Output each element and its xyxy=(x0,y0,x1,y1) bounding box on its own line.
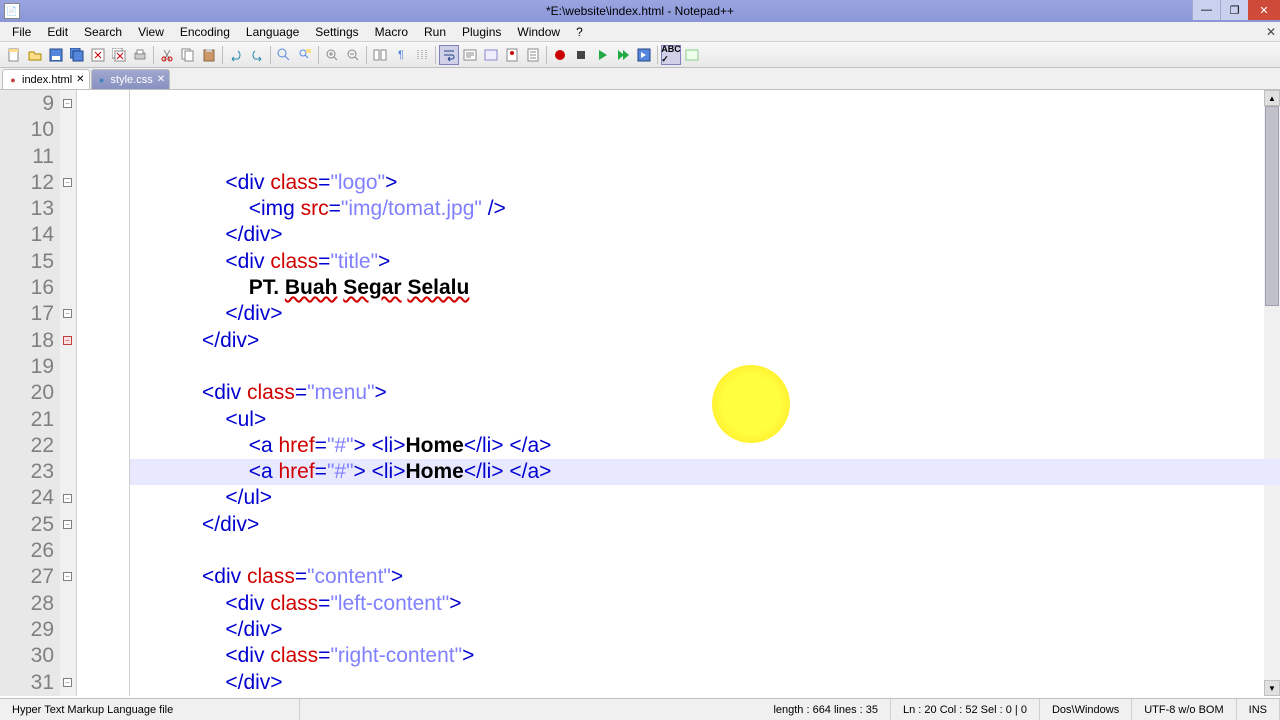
status-filetype: Hyper Text Markup Language file xyxy=(0,699,300,720)
tab-close-icon[interactable]: ✕ xyxy=(76,74,84,85)
status-length: length : 664 lines : 35 xyxy=(761,699,891,720)
invisible-chars-icon[interactable]: ¶ xyxy=(391,45,411,65)
status-bar: Hyper Text Markup Language file length :… xyxy=(0,698,1280,720)
app-icon: 📄 xyxy=(4,3,20,19)
menu-view[interactable]: View xyxy=(130,23,172,41)
print-icon[interactable] xyxy=(130,45,150,65)
play-multi-icon[interactable] xyxy=(613,45,633,65)
tab-index-html[interactable]: ● index.html ✕ xyxy=(2,69,90,89)
menu-file[interactable]: File xyxy=(4,23,39,41)
wordwrap-icon[interactable] xyxy=(439,45,459,65)
open-file-icon[interactable] xyxy=(25,45,45,65)
save-icon[interactable] xyxy=(46,45,66,65)
close-window-button[interactable]: ✕ xyxy=(1248,0,1280,20)
menu-run[interactable]: Run xyxy=(416,23,454,41)
menu-language[interactable]: Language xyxy=(238,23,307,41)
line-number-gutter: 9101112131415161718192021222324252627282… xyxy=(0,90,60,696)
menu-encoding[interactable]: Encoding xyxy=(172,23,238,41)
play-macro-icon[interactable] xyxy=(592,45,612,65)
status-eol[interactable]: Dos\Windows xyxy=(1040,699,1132,720)
copy-icon[interactable] xyxy=(178,45,198,65)
stop-macro-icon[interactable] xyxy=(571,45,591,65)
record-macro-icon[interactable] xyxy=(550,45,570,65)
zoom-in-icon[interactable] xyxy=(322,45,342,65)
menu-edit[interactable]: Edit xyxy=(39,23,76,41)
scroll-up-icon[interactable]: ▲ xyxy=(1264,90,1280,106)
fold-toggle[interactable]: − xyxy=(63,520,72,529)
function-list-icon[interactable] xyxy=(523,45,543,65)
zoom-out-icon[interactable] xyxy=(343,45,363,65)
code-area[interactable]: <div class="logo"> <img src="img/tomat.j… xyxy=(130,90,1280,696)
close-all-icon[interactable] xyxy=(109,45,129,65)
new-file-icon[interactable] xyxy=(4,45,24,65)
indent-guide-icon[interactable] xyxy=(412,45,432,65)
menu-search[interactable]: Search xyxy=(76,23,130,41)
minimize-button[interactable]: — xyxy=(1192,0,1220,20)
fold-toggle[interactable]: − xyxy=(63,678,72,687)
spellcheck-icon[interactable]: ABC✓ xyxy=(661,45,681,65)
undo-icon[interactable] xyxy=(226,45,246,65)
window-controls: — ❐ ✕ xyxy=(1192,0,1280,20)
fold-toggle[interactable]: − xyxy=(63,336,72,345)
redo-icon[interactable] xyxy=(247,45,267,65)
fold-gutter: − − − − − − − − xyxy=(60,90,76,696)
fold-toggle[interactable]: − xyxy=(63,178,72,187)
editor[interactable]: 9101112131415161718192021222324252627282… xyxy=(0,90,1280,696)
save-all-icon[interactable] xyxy=(67,45,87,65)
close-file-icon[interactable] xyxy=(88,45,108,65)
maximize-button[interactable]: ❐ xyxy=(1220,0,1248,20)
menu-macro[interactable]: Macro xyxy=(367,23,416,41)
menu-help[interactable]: ? xyxy=(568,23,591,41)
cut-icon[interactable] xyxy=(157,45,177,65)
doc-map-icon[interactable] xyxy=(502,45,522,65)
toolbar: ¶ ABC✓ xyxy=(0,42,1280,68)
tab-style-css[interactable]: ● style.css ✕ xyxy=(91,69,171,89)
fold-toggle[interactable]: − xyxy=(63,309,72,318)
tab-label: style.css xyxy=(111,74,153,86)
user-lang-icon[interactable] xyxy=(481,45,501,65)
fold-toggle[interactable]: − xyxy=(63,99,72,108)
file-icon: ● xyxy=(96,74,108,86)
tab-label: index.html xyxy=(22,74,72,86)
paste-icon[interactable] xyxy=(199,45,219,65)
close-doc-button[interactable]: ✕ xyxy=(1266,25,1276,39)
window-title: *E:\website\index.html - Notepad++ xyxy=(546,4,734,18)
status-mode[interactable]: INS xyxy=(1237,699,1280,720)
menu-settings[interactable]: Settings xyxy=(307,23,366,41)
replace-icon[interactable] xyxy=(295,45,315,65)
all-chars-icon[interactable] xyxy=(460,45,480,65)
fold-toggle[interactable]: − xyxy=(63,572,72,581)
title-bar: 📄 *E:\website\index.html - Notepad++ — ❐… xyxy=(0,0,1280,22)
sync-scroll-icon[interactable] xyxy=(370,45,390,65)
spellcheck-config-icon[interactable] xyxy=(682,45,702,65)
file-modified-icon: ● xyxy=(7,74,19,86)
find-icon[interactable] xyxy=(274,45,294,65)
status-encoding[interactable]: UTF-8 w/o BOM xyxy=(1132,699,1236,720)
menu-window[interactable]: Window xyxy=(509,23,568,41)
menu-bar: File Edit Search View Encoding Language … xyxy=(0,22,1280,42)
save-macro-icon[interactable] xyxy=(634,45,654,65)
tab-close-icon[interactable]: ✕ xyxy=(157,74,165,85)
tab-bar: ● index.html ✕ ● style.css ✕ xyxy=(0,68,1280,90)
menu-plugins[interactable]: Plugins xyxy=(454,23,509,41)
status-position: Ln : 20 Col : 52 Sel : 0 | 0 xyxy=(891,699,1040,720)
fold-toggle[interactable]: − xyxy=(63,494,72,503)
